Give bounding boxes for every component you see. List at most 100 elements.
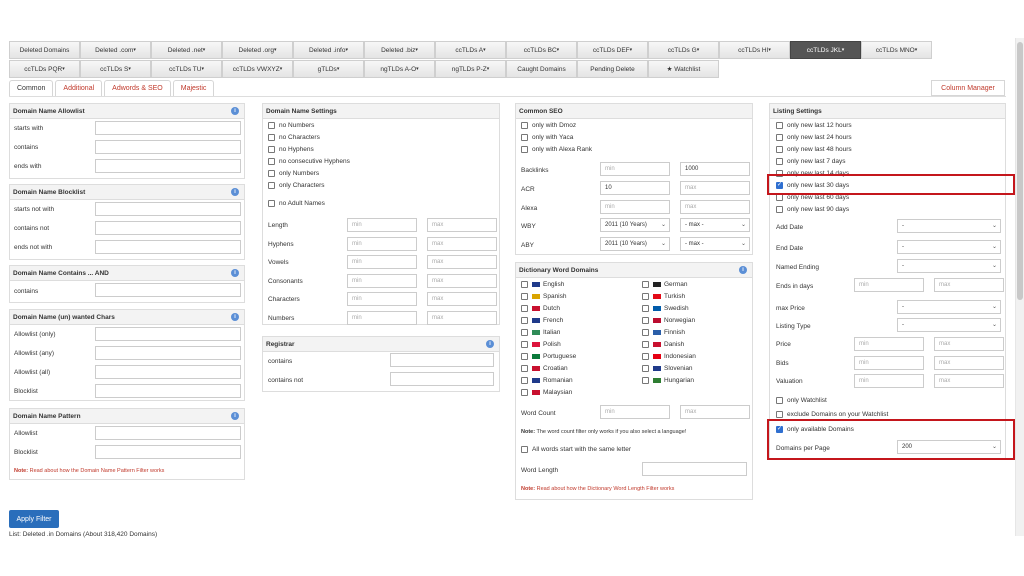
info-icon[interactable]: i: [231, 412, 239, 420]
acr-max-input[interactable]: max: [680, 181, 750, 195]
info-icon[interactable]: i: [739, 266, 747, 274]
valuation-min-input[interactable]: min: [854, 374, 924, 388]
only-new-last-12-hours-checkbox[interactable]: only new last 12 hours: [776, 122, 852, 129]
tab-watchlist[interactable]: ★ Watchlist: [648, 60, 719, 78]
turkish-checkbox[interactable]: Turkish: [642, 293, 685, 300]
hungarian-checkbox[interactable]: Hungarian: [642, 377, 694, 384]
spanish-checkbox[interactable]: Spanish: [521, 293, 567, 300]
allowlist-any-input[interactable]: [95, 346, 241, 360]
contains-not-input[interactable]: [95, 221, 241, 235]
vowels-max-input[interactable]: max: [427, 255, 497, 269]
no-numbers-checkbox[interactable]: no Numbers: [268, 122, 314, 129]
bids-max-input[interactable]: max: [934, 355, 1004, 370]
only-new-last-60-days-checkbox[interactable]: only new last 60 days: [776, 194, 849, 201]
numbers-max-input[interactable]: max: [427, 310, 497, 325]
danish-checkbox[interactable]: Danish: [642, 341, 684, 348]
tab-cctlds-pqr[interactable]: ccTLDs PQR ▾: [9, 60, 80, 78]
dutch-checkbox[interactable]: Dutch: [521, 305, 560, 312]
hyphens-min-input[interactable]: min: [347, 236, 417, 251]
word-length-note-link[interactable]: Read about how the Dictionary Word Lengt…: [537, 486, 675, 492]
ends-in-days-max-input[interactable]: max: [934, 278, 1004, 292]
italian-checkbox[interactable]: Italian: [521, 329, 560, 336]
romanian-checkbox[interactable]: Romanian: [521, 377, 573, 384]
characters-min-input[interactable]: min: [347, 292, 417, 306]
consonants-min-input[interactable]: min: [347, 273, 417, 288]
norwegian-checkbox[interactable]: Norwegian: [642, 317, 695, 324]
tab-cctlds-g[interactable]: ccTLDs G ▾: [648, 41, 719, 59]
tab-cctlds-tu[interactable]: ccTLDs TU ▾: [151, 60, 222, 78]
listing-type-select[interactable]: - ⌄: [897, 318, 1001, 332]
malaysian-checkbox[interactable]: Malaysian: [521, 389, 572, 396]
tab-gtlds[interactable]: gTLDs ▾: [293, 60, 364, 78]
subtab-adwords-seo[interactable]: Adwords & SEO: [104, 80, 171, 96]
yaca-checkbox[interactable]: only with Yaca: [521, 134, 573, 141]
ends-with-input[interactable]: [95, 159, 241, 173]
allowlist-all-input[interactable]: [95, 365, 241, 379]
no-adult-names-checkbox[interactable]: no Adult Names: [268, 200, 325, 207]
bids-min-input[interactable]: min: [854, 355, 924, 370]
tab-deleted-info[interactable]: Deleted .info ▾: [293, 41, 364, 59]
croatian-checkbox[interactable]: Croatian: [521, 365, 568, 372]
tab-pending-delete[interactable]: Pending Delete: [577, 60, 648, 78]
tab-cctlds-def[interactable]: ccTLDs DEF ▾: [577, 41, 648, 59]
aby-max-select[interactable]: - max - ⌄: [680, 237, 750, 251]
tab-deleted-org[interactable]: Deleted .org ▾: [222, 41, 293, 59]
aby-min-select[interactable]: 2011 (10 Years) ⌄: [600, 237, 670, 251]
price-min-input[interactable]: min: [854, 337, 924, 351]
tab-deleted-biz[interactable]: Deleted .biz ▾: [364, 41, 435, 59]
tab-deleted-net[interactable]: Deleted .net ▾: [151, 41, 222, 59]
column-manager-button[interactable]: Column Manager: [931, 80, 1005, 96]
tab-ngtlds-a-o[interactable]: ngTLDs A-O ▾: [364, 60, 435, 78]
info-icon[interactable]: i: [231, 107, 239, 115]
ends-not-with-input[interactable]: [95, 240, 241, 254]
price-max-input[interactable]: max: [934, 337, 1004, 351]
only-new-last-90-days-checkbox[interactable]: only new last 90 days: [776, 206, 849, 213]
info-icon[interactable]: i: [231, 313, 239, 321]
ends-in-days-min-input[interactable]: min: [854, 278, 924, 292]
tab-cctlds-s[interactable]: ccTLDs S ▾: [80, 60, 151, 78]
finnish-checkbox[interactable]: Finnish: [642, 329, 685, 336]
scrollbar[interactable]: [1015, 38, 1024, 536]
named-ending-select[interactable]: - ⌄: [897, 259, 1001, 273]
tab-cctlds-vwxyz[interactable]: ccTLDs VWXYZ ▾: [222, 60, 293, 78]
alexa-rank-checkbox[interactable]: only with Alexa Rank: [521, 146, 592, 153]
add-date-select[interactable]: - ⌄: [897, 219, 1001, 233]
swedish-checkbox[interactable]: Swedish: [642, 305, 689, 312]
subtab-additional[interactable]: Additional: [55, 80, 103, 96]
only-characters-checkbox[interactable]: only Characters: [268, 182, 325, 189]
valuation-max-input[interactable]: max: [934, 374, 1004, 388]
tab-deleted-com[interactable]: Deleted .com ▾: [80, 41, 151, 59]
chars-blocklist-input[interactable]: [95, 384, 241, 398]
polish-checkbox[interactable]: Polish: [521, 341, 561, 348]
indonesian-checkbox[interactable]: Indonesian: [642, 353, 696, 360]
only-new-last-24-hours-checkbox[interactable]: only new last 24 hours: [776, 134, 852, 141]
tab-cctlds-bc[interactable]: ccTLDs BC ▾: [506, 41, 577, 59]
wby-min-select[interactable]: 2011 (10 Years) ⌄: [600, 218, 670, 232]
english-checkbox[interactable]: English: [521, 281, 564, 288]
dmoz-checkbox[interactable]: only with Dmoz: [521, 122, 576, 129]
tab-cctlds-hi[interactable]: ccTLDs HI ▾: [719, 41, 790, 59]
slovenian-checkbox[interactable]: Slovenian: [642, 365, 693, 372]
numbers-min-input[interactable]: min: [347, 310, 417, 325]
length-min-input[interactable]: min: [347, 218, 417, 232]
tab-cctlds-a[interactable]: ccTLDs A ▾: [435, 41, 506, 59]
alexa-max-input[interactable]: max: [680, 200, 750, 214]
no-hyphens-checkbox[interactable]: no Hyphens: [268, 146, 314, 153]
german-checkbox[interactable]: German: [642, 281, 687, 288]
vowels-min-input[interactable]: min: [347, 255, 417, 269]
only-new-last-48-hours-checkbox[interactable]: only new last 48 hours: [776, 146, 852, 153]
apply-filter-button[interactable]: Apply Filter: [9, 510, 59, 528]
portuguese-checkbox[interactable]: Portuguese: [521, 353, 576, 360]
tab-cctlds-jkl[interactable]: ccTLDs JKL ▾: [790, 41, 861, 59]
no-consecutive-hyphens-checkbox[interactable]: no consecutive Hyphens: [268, 158, 350, 165]
contains-and-input[interactable]: [95, 283, 241, 297]
only-new-last-7-days-checkbox[interactable]: only new last 7 days: [776, 158, 846, 165]
alexa-min-input[interactable]: min: [600, 200, 670, 214]
only-watchlist-checkbox[interactable]: only Watchlist: [776, 397, 827, 404]
info-icon[interactable]: i: [486, 340, 494, 348]
tab-deleted-domains[interactable]: Deleted Domains: [9, 41, 80, 59]
consonants-max-input[interactable]: max: [427, 273, 497, 288]
registrar-contains-not-input[interactable]: [390, 372, 494, 386]
hyphens-max-input[interactable]: max: [427, 236, 497, 251]
starts-not-with-input[interactable]: [95, 202, 241, 216]
